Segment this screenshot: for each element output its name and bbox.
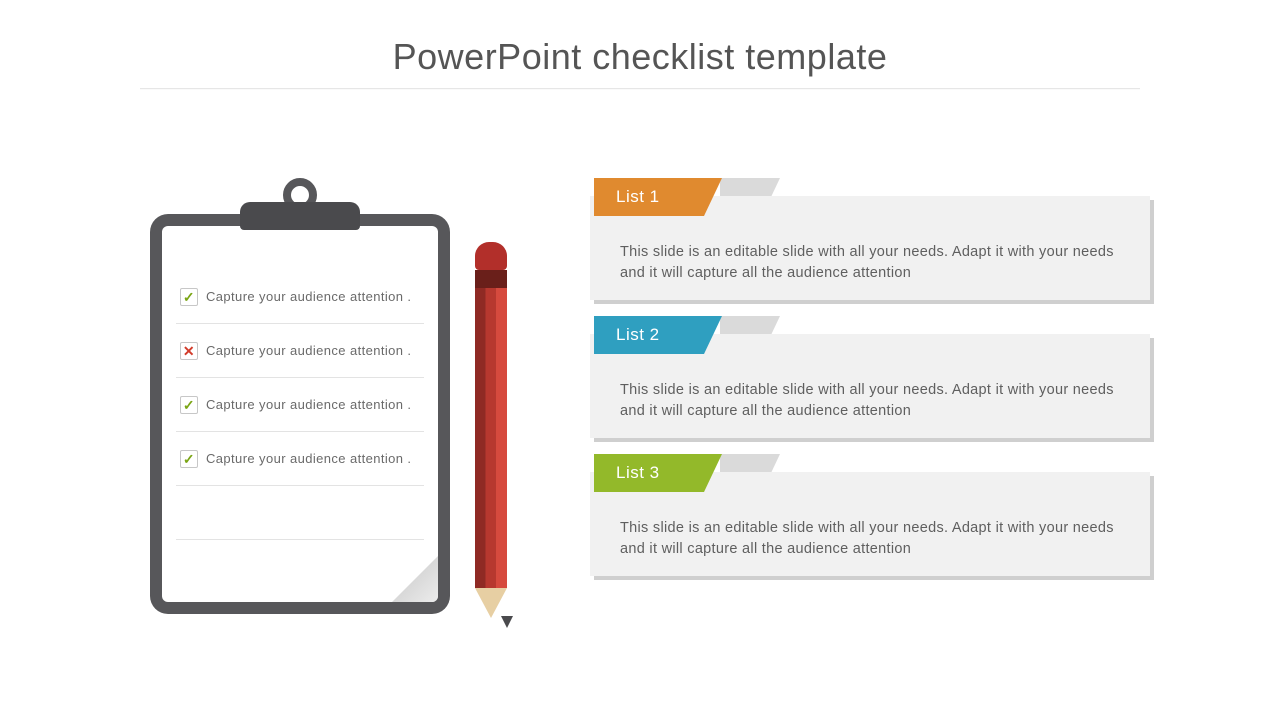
list-body-text: This slide is an editable slide with all…	[620, 380, 1128, 422]
list-body-text: This slide is an editable slide with all…	[620, 242, 1128, 284]
checkbox-icon: ✕	[180, 342, 198, 360]
list-tab: List 2	[594, 316, 722, 354]
pencil-icon	[475, 242, 507, 642]
clipboard-paper: ✓ Capture your audience attention . ✕ Ca…	[162, 226, 438, 602]
checklist-text: Capture your audience attention .	[206, 397, 411, 412]
clipboard-graphic: ✓ Capture your audience attention . ✕ Ca…	[150, 196, 450, 626]
cross-icon: ✕	[183, 344, 195, 358]
tab-shadow	[720, 316, 780, 354]
checkmark-icon: ✓	[183, 452, 195, 466]
tab-shadow	[720, 178, 780, 216]
list-tab-label: List 2	[616, 325, 660, 345]
checklist-text: Capture your audience attention .	[206, 289, 411, 304]
checkbox-icon: ✓	[180, 450, 198, 468]
checklist-row: ✓ Capture your audience attention .	[176, 270, 424, 324]
clip-bar-icon	[240, 202, 360, 230]
list-card: List 2 This slide is an editable slide w…	[590, 334, 1150, 438]
checklist-row: ✓ Capture your audience attention .	[176, 378, 424, 432]
checkbox-icon: ✓	[180, 288, 198, 306]
list-tab: List 1	[594, 178, 722, 216]
checklist-row-empty	[176, 540, 424, 594]
tab-shadow	[720, 454, 780, 492]
checklist-row-empty	[176, 486, 424, 540]
list-card: List 3 This slide is an editable slide w…	[590, 472, 1150, 576]
slide-title: PowerPoint checklist template	[0, 36, 1280, 78]
list-tab-label: List 3	[616, 463, 660, 483]
checkmark-icon: ✓	[183, 398, 195, 412]
checklist-row: ✕ Capture your audience attention .	[176, 324, 424, 378]
checkmark-icon: ✓	[183, 290, 195, 304]
checkbox-icon: ✓	[180, 396, 198, 414]
list-body-text: This slide is an editable slide with all…	[620, 518, 1128, 560]
checklist-row: ✓ Capture your audience attention .	[176, 432, 424, 486]
checklist-text: Capture your audience attention .	[206, 343, 411, 358]
checklist-text: Capture your audience attention .	[206, 451, 411, 466]
list-tab: List 3	[594, 454, 722, 492]
title-divider	[140, 88, 1140, 90]
list-card: List 1 This slide is an editable slide w…	[590, 196, 1150, 300]
list-cards: List 1 This slide is an editable slide w…	[590, 196, 1166, 610]
list-tab-label: List 1	[616, 187, 660, 207]
